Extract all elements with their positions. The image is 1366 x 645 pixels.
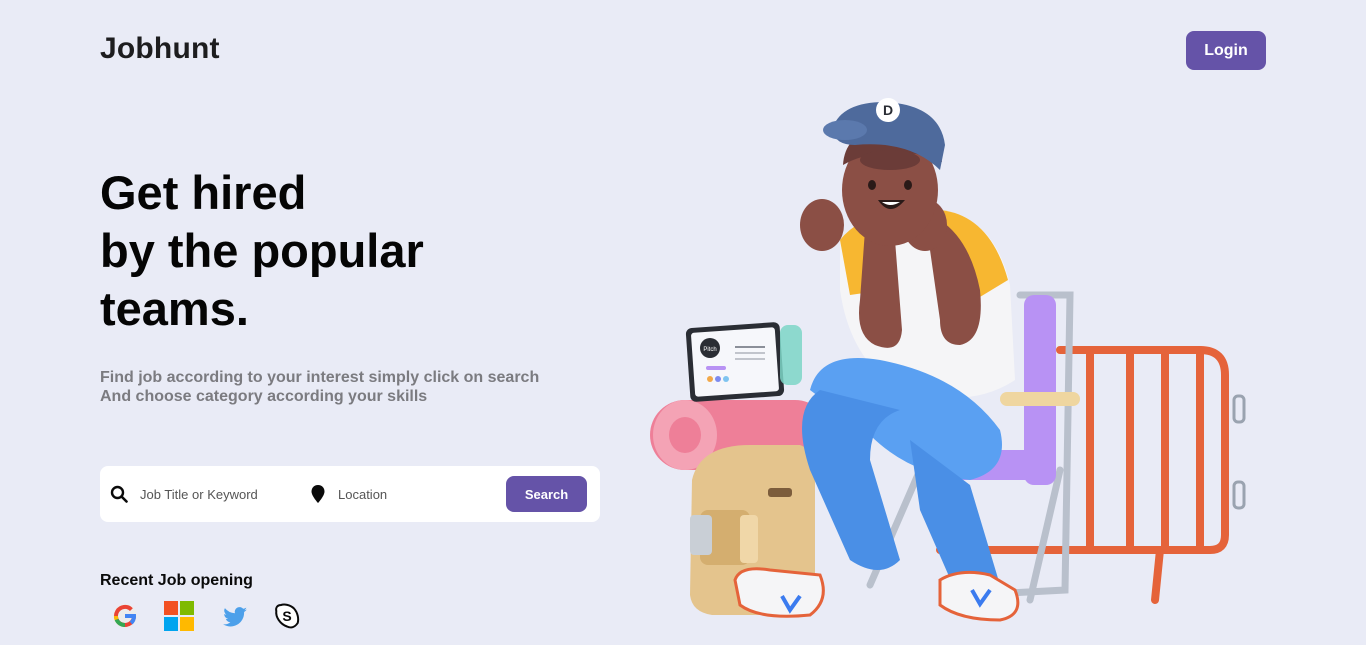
svg-text:S: S <box>282 608 291 624</box>
login-button[interactable]: Login <box>1186 31 1266 70</box>
search-icon <box>110 485 128 503</box>
tablet: Pitch <box>685 322 785 402</box>
recent-job-opening-label: Recent Job opening <box>100 572 253 589</box>
hero-subtitle: Find job according to your interest simp… <box>100 368 539 406</box>
cap-letter-text: D <box>883 102 893 118</box>
twitter-icon[interactable] <box>220 600 250 632</box>
tablet-pitch-text: Pitch <box>703 347 716 353</box>
hero-title-line-2: by the popular <box>100 224 424 277</box>
site-logo[interactable]: Jobhunt <box>100 32 220 66</box>
hero-illustration: Pitch D <box>650 98 1246 622</box>
hero-subtitle-line-1: Find job according to your interest simp… <box>100 369 540 386</box>
hero-title: Get hired by the popular teams. <box>100 164 424 338</box>
skype-icon[interactable]: S <box>272 600 302 632</box>
hero-title-line-3: teams. <box>100 282 249 335</box>
hero-title-line-1: Get hired <box>100 166 307 219</box>
search-button[interactable]: Search <box>506 476 587 512</box>
microsoft-icon[interactable] <box>164 600 194 632</box>
job-keyword-input[interactable] <box>140 484 300 504</box>
hero-subtitle-line-2: And choose category according your skill… <box>100 388 428 405</box>
google-icon[interactable] <box>110 600 140 632</box>
location-pin-icon <box>311 485 325 503</box>
job-search-bar: Search <box>100 466 600 522</box>
location-input[interactable] <box>338 484 488 504</box>
